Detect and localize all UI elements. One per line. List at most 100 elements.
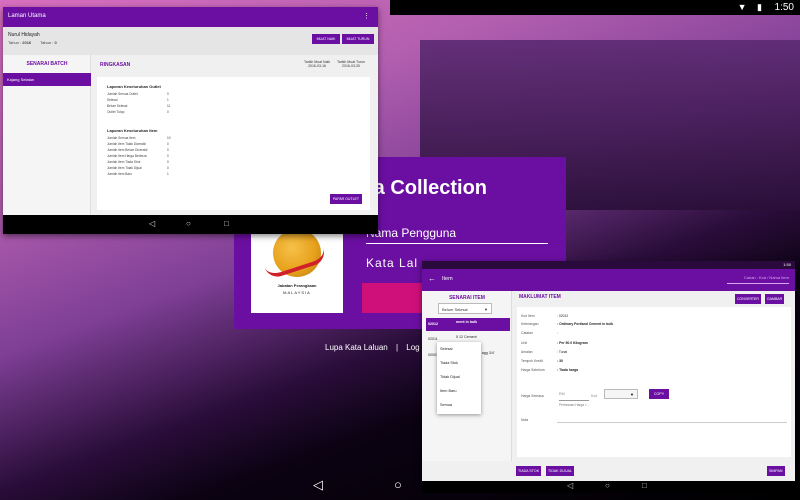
price-input[interactable]: RM — [559, 392, 589, 401]
status-time: 1:50 — [774, 2, 794, 13]
user-name: Nurul Hidayah — [8, 32, 40, 38]
tahun2-label: Tahun : — [40, 40, 54, 45]
system-home-icon[interactable]: ○ — [394, 477, 402, 492]
user-meta: Tahun : 2016 Tahun : 0 — [8, 40, 65, 45]
field-value: : Tunai — [557, 350, 568, 354]
item-detail-card: Kod Item : 02012 Keterangan : Ordinary P… — [517, 307, 791, 457]
logo-text-line1: Jabatan Perangkaan — [277, 283, 317, 288]
username-field[interactable]: Nama Pengguna — [366, 226, 548, 244]
item-row: Jumlah Item Tidak Dijual 0 — [107, 166, 169, 170]
log-link[interactable]: Log — [406, 343, 419, 352]
dropdown-option[interactable]: Tiada Stok — [437, 356, 481, 370]
dropdown-option[interactable]: Selesai — [437, 342, 481, 356]
back-icon[interactable]: ◁ — [149, 219, 155, 228]
status-dropdown: Selesai Tiada Stok Tidak Dijual Item Bar… — [437, 342, 481, 414]
field-value: : Tiada harga — [557, 368, 579, 372]
current-price-label: Harga Semasa — [521, 394, 544, 398]
system-status-bar: ▼ ▮ 1:50 — [390, 0, 800, 15]
field-label: Keterangan — [521, 322, 539, 326]
download-button[interactable]: MUAT TURUN — [342, 34, 374, 44]
picture-button[interactable]: GAMBAR — [765, 294, 785, 304]
search-input[interactable]: Carian : Kod / Nama Item — [727, 275, 789, 284]
item-row: Jumlah Item Tidak Dicerakil 0 — [107, 142, 169, 146]
price-difference: Perbezaan Harga = - — [559, 403, 589, 407]
status-filter-select[interactable]: Belum Selesai ▼ — [438, 303, 492, 314]
batch-item[interactable]: Kajang Selatan — [3, 73, 91, 86]
home-app-bar: Laman Utama ⋮ — [3, 7, 378, 27]
field-label: Harga Sebelum — [521, 368, 545, 372]
outlet-row: Jumlah Semua Outlet 0 — [107, 92, 169, 96]
outlet-section-title: Laporan Keseluruhan Outlet — [107, 84, 161, 89]
note-input[interactable] — [557, 417, 787, 423]
password-field[interactable]: Kata Lal — [366, 256, 426, 270]
tahun2-value: 0 — [54, 40, 57, 45]
logo-text-line2: MALAYSIA — [283, 290, 311, 295]
batch-sidebar-header: SENARAI BATCH — [26, 61, 68, 67]
item-status-bar: 1:50 — [422, 261, 795, 269]
item-row: Jumlah Semua Item 10 — [107, 136, 171, 140]
field-value: : Ordinary Portland Cement in bulk — [557, 322, 614, 326]
code-label: Kod — [591, 394, 598, 398]
download-date-value: 2016-03-30 — [342, 64, 360, 68]
home-icon[interactable]: ○ — [186, 219, 191, 228]
tahun-value: 2016 — [22, 40, 32, 45]
batch-sidebar: SENARAI BATCH Kajang Selatan — [3, 55, 91, 215]
status-filter-value: Belum Selesai — [442, 307, 468, 312]
forgot-password-link[interactable]: Lupa Kata Laluan — [325, 343, 388, 352]
outlet-row: Selesai 1 — [107, 98, 169, 102]
item-title: Item — [442, 276, 453, 282]
login-links: Lupa Kata Laluan | Log — [325, 343, 426, 352]
back-arrow-icon[interactable]: ← — [428, 274, 436, 283]
field-value: : 02012 — [557, 314, 569, 318]
item-row: Jumlah Item Belum Dicerakil 0 — [107, 148, 169, 152]
show-outlet-button[interactable]: PAPAR OUTLET — [329, 194, 362, 204]
dropdown-arrow-icon: ▼ — [484, 307, 488, 312]
overflow-menu-icon[interactable]: ⋮ — [363, 12, 370, 20]
field-value: : Per 50.0 Kilogram — [557, 341, 588, 345]
recents-icon[interactable]: □ — [224, 219, 229, 228]
item-sidebar-header: SENARAI ITEM — [449, 295, 485, 301]
field-label: Kod Item — [521, 314, 535, 318]
item-detail-panel: MAKLUMAT ITEM CONVERTER GAMBAR Kod Item … — [513, 291, 795, 461]
item-list-row[interactable]: 02012 ment in bulk — [426, 318, 510, 331]
summary-card: Laporan Keseluruhan Outlet Jumlah Semua … — [97, 77, 370, 210]
note-label: Nota — [521, 418, 529, 422]
field-value: : 30 — [557, 359, 563, 363]
item-row: Jumlah Item Tiada Stok 0 — [107, 160, 169, 164]
dropdown-arrow-icon: ▼ — [630, 392, 634, 397]
dosm-logo: Jabatan Perangkaan MALAYSIA — [251, 221, 343, 313]
home-window: Laman Utama ⋮ Nurul Hidayah Tahun : 2016… — [3, 7, 378, 234]
converter-button[interactable]: CONVERTER — [735, 294, 761, 304]
page-title: Laman Utama — [8, 13, 46, 19]
outlet-row: Belum Selesai 11 — [107, 104, 171, 108]
tahun-label: Tahun : — [8, 40, 22, 45]
field-label: Tempoh Kredit — [521, 359, 543, 363]
dropdown-option[interactable]: Tidak Dijual — [437, 370, 481, 384]
system-back-icon[interactable]: ◁ — [313, 477, 323, 493]
item-detail-header: MAKLUMAT ITEM — [519, 294, 561, 300]
nav-bar: ◁ ○ □ — [3, 215, 378, 234]
field-value: : — [557, 331, 558, 335]
system-nav-bar: ◁ ○ — [0, 470, 800, 500]
upload-button[interactable]: MUAT NAIK — [312, 34, 340, 44]
field-label: Amalan — [521, 350, 533, 354]
upload-date-value: 2016-03-16 — [308, 64, 326, 68]
summary-header: RINGKASAN — [100, 62, 131, 68]
status-icons: ▼ ▮ — [737, 2, 766, 12]
summary-panel: RINGKASAN Tarikh Muat Naik 2016-03-16 Ta… — [92, 55, 378, 215]
link-separator: | — [395, 343, 399, 352]
item-sidebar: SENARAI ITEM Belum Selesai ▼ 02012 ment i… — [422, 291, 512, 461]
user-bar: Nurul Hidayah Tahun : 2016 Tahun : 0 MUA… — [3, 27, 378, 55]
copy-button[interactable]: COPY — [649, 389, 669, 399]
dropdown-option[interactable]: Item Baru — [437, 384, 481, 398]
outlet-row: Outlet Tutup 0 — [107, 110, 169, 114]
item-row: Jumlah Item Harga Berbeza 0 — [107, 154, 169, 158]
code-select[interactable]: ▼ — [604, 389, 638, 399]
item-section-title: Laporan Keseluruhan Item — [107, 128, 158, 133]
dropdown-option[interactable]: Semua — [437, 398, 481, 412]
item-row: Jumlah Item Baru 1 — [107, 172, 169, 176]
upload-date: Tarikh Muat Naik 2016-03-16 — [304, 60, 330, 68]
item-app-bar: ← Item Carian : Kod / Nama Item — [422, 269, 795, 291]
item-window: 1:50 ← Item Carian : Kod / Nama Item SEN… — [422, 261, 795, 481]
download-date: Tarikh Muat Turun 2016-03-30 — [337, 60, 365, 68]
